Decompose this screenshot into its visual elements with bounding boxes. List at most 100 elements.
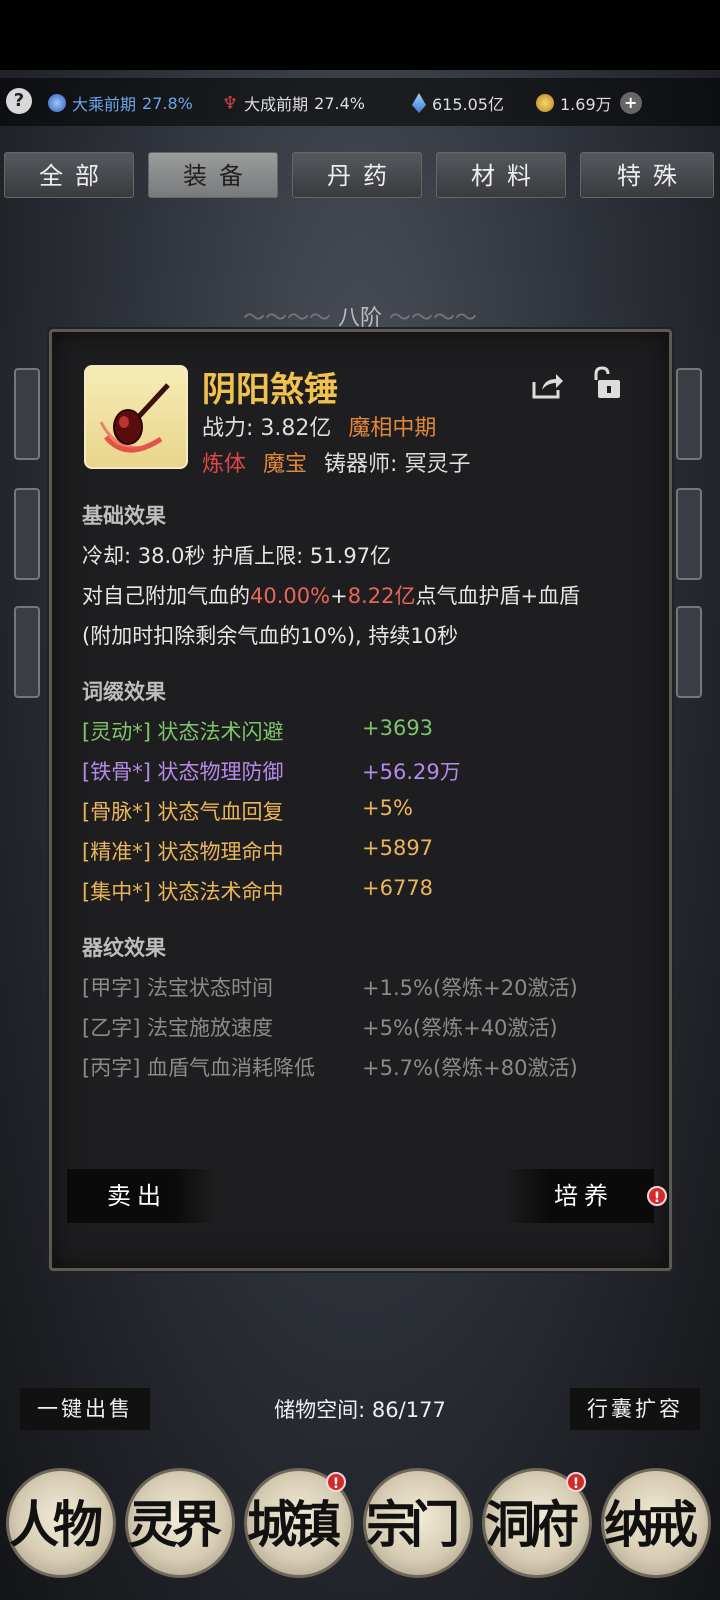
nav-character[interactable]: 人物 [6, 1468, 116, 1578]
realm-value: 27.8% [142, 93, 193, 113]
tag-demon-treasure: 魔宝 [263, 452, 308, 477]
affix-value: +3693 [362, 716, 434, 740]
nav-label: 城镇 [247, 1495, 341, 1554]
pattern-value: +5%(祭炼+40激活) [362, 1016, 558, 1040]
tier-header: 〜〜〜〜 八阶 〜〜〜〜 [0, 300, 720, 332]
smith-name: 冥灵子 [404, 452, 471, 477]
power-value: 3.82亿 [260, 416, 332, 441]
effect-plus: + [330, 584, 348, 608]
item-name: 阴阳煞锤 [202, 370, 338, 410]
app-screen: ? 大乘前期 27.8% ♆ 大成前期 27.4% 615.05亿 1.69万 … [0, 0, 720, 1600]
tab-all[interactable]: 全部 [4, 152, 134, 198]
gold-coin: 1.69万 + [536, 91, 642, 115]
affix-name: [集中*] 状态法术命中 [82, 880, 284, 904]
realm-label: 大乘前期 [72, 95, 137, 114]
inventory-slot[interactable] [14, 488, 40, 580]
add-currency-button[interactable]: + [619, 92, 642, 114]
realm-orb-icon [48, 94, 66, 112]
hammer-icon [99, 383, 170, 453]
nav-alert-badge: ! [566, 1472, 586, 1492]
unlock-icon[interactable] [590, 366, 624, 400]
spirit-crystal-value: 615.05亿 [432, 95, 504, 114]
basic-effect-line: 冷却: 38.0秒 护盾上限: 51.97亿 [82, 544, 392, 568]
tier-ornament-right: 〜〜〜〜 [389, 306, 478, 331]
item-realm: 魔相中期 [348, 416, 437, 441]
item-tags-row: 炼体 魔宝 铸器师: 冥灵子 [202, 446, 470, 478]
power-label: 战力: [202, 416, 254, 441]
realm-progress: 大乘前期 27.8% [48, 91, 193, 115]
category-tabs: 全部 装备 丹药 材料 特殊 [0, 152, 720, 200]
basic-effect-line: (附加时扣除剩余气血的10%), 持续10秒 [82, 624, 459, 648]
tab-materials[interactable]: 材料 [436, 152, 566, 198]
nav-storage-ring[interactable]: 纳戒 [601, 1468, 711, 1578]
inventory-slot[interactable] [14, 368, 40, 460]
body-value: 27.4% [314, 93, 365, 113]
share-icon[interactable] [530, 370, 564, 400]
affix-name: [灵动*] 状态法术闪避 [82, 720, 284, 744]
unlock-glyph [594, 366, 620, 398]
effect-text: 点气血护盾+血盾 [415, 584, 581, 608]
tier-label: 八阶 [337, 306, 382, 331]
inventory-slot[interactable] [14, 606, 40, 698]
affix-name: [精准*] 状态物理命中 [82, 840, 284, 864]
affix-value: +5897 [362, 836, 434, 860]
affix-name: [骨脉*] 状态气血回复 [82, 800, 284, 824]
affix-row: [灵动*] 状态法术闪避 +3693 [82, 716, 433, 746]
gold-coin-value: 1.69万 [560, 95, 612, 114]
basic-effect-title: 基础效果 [82, 504, 166, 528]
effect-text: 对自己附加气血的 [82, 584, 250, 608]
share-glyph [532, 374, 563, 399]
gold-coin-icon [536, 94, 554, 112]
nav-label: 洞府 [485, 1495, 579, 1554]
affix-row: [精准*] 状态物理命中 +5897 [82, 836, 433, 866]
tab-equipment[interactable]: 装备 [148, 152, 278, 198]
bottom-nav: 人物 灵界 城镇 宗门 洞府 纳戒 ! ! [0, 1468, 720, 1588]
nav-spirit-realm[interactable]: 灵界 [125, 1468, 235, 1578]
affix-row: [集中*] 状态法术命中 +6778 [82, 876, 433, 906]
cultivate-button[interactable]: 培养 [504, 1169, 654, 1223]
affix-value: +6778 [362, 876, 434, 900]
pattern-value: +1.5%(祭炼+20激活) [362, 976, 578, 1000]
help-button[interactable]: ? [6, 88, 32, 114]
storage-bar: 一键出售 储物空间: 86/177 行囊扩容 [0, 1388, 720, 1438]
item-power-row: 战力: 3.82亿 魔相中期 [202, 410, 436, 442]
pattern-row: [丙字] 血盾气血消耗降低 +5.7%(祭炼+80激活) [82, 1052, 578, 1082]
spirit-crystal-icon [412, 93, 426, 113]
nav-label: 灵界 [128, 1495, 222, 1554]
affix-name: [铁骨*] 状态物理防御 [82, 760, 284, 784]
body-progress: ♆ 大成前期 27.4% [222, 91, 365, 115]
effect-value: 8.22亿 [347, 584, 416, 608]
affix-row: [骨脉*] 状态气血回复 +5% [82, 796, 413, 826]
inventory-slot[interactable] [676, 368, 702, 460]
effect-percent: 40.00% [250, 584, 331, 608]
pattern-value: +5.7%(祭炼+80激活) [362, 1056, 578, 1080]
affix-value: +56.29万 [362, 760, 461, 784]
pattern-row: [甲字] 法宝状态时间 +1.5%(祭炼+20激活) [82, 972, 578, 1002]
tab-special[interactable]: 特殊 [580, 152, 714, 198]
nav-label: 纳戒 [604, 1495, 698, 1554]
pattern-effect-title: 器纹效果 [82, 936, 166, 960]
nav-label: 宗门 [366, 1495, 460, 1554]
inventory-slot[interactable] [676, 488, 702, 580]
tab-pills[interactable]: 丹药 [292, 152, 422, 198]
body-cultivation-icon: ♆ [222, 92, 239, 114]
affix-effect-title: 词缀效果 [82, 680, 166, 704]
smith-label: 铸器师: [324, 452, 398, 477]
pattern-row: [乙字] 法宝施放速度 +5%(祭炼+40激活) [82, 1012, 558, 1042]
expand-bag-button[interactable]: 行囊扩容 [570, 1388, 700, 1430]
pattern-name: [乙字] 法宝施放速度 [82, 1016, 274, 1040]
nav-sect[interactable]: 宗门 [363, 1468, 473, 1578]
nav-label: 人物 [9, 1495, 103, 1554]
sell-button[interactable]: 卖出 [67, 1169, 217, 1223]
inventory-slot[interactable] [676, 606, 702, 698]
item-detail-panel: 阴阳煞锤 战力: 3.82亿 魔相中期 炼体 魔宝 铸器师: 冥灵子 基础效果 … [49, 329, 672, 1271]
alert-badge: ! [647, 1186, 667, 1206]
body-label: 大成前期 [244, 95, 309, 114]
basic-effect-line: 对自己附加气血的40.00%+8.22亿点气血护盾+血盾 [82, 580, 580, 610]
tag-body-refining: 炼体 [202, 452, 247, 477]
affix-row: [铁骨*] 状态物理防御 +56.29万 [82, 756, 461, 786]
status-area [0, 0, 720, 70]
resource-bar: ? 大乘前期 27.8% ♆ 大成前期 27.4% 615.05亿 1.69万 … [0, 78, 720, 126]
pattern-name: [丙字] 血盾气血消耗降低 [82, 1056, 316, 1080]
spirit-crystal: 615.05亿 [412, 91, 504, 115]
